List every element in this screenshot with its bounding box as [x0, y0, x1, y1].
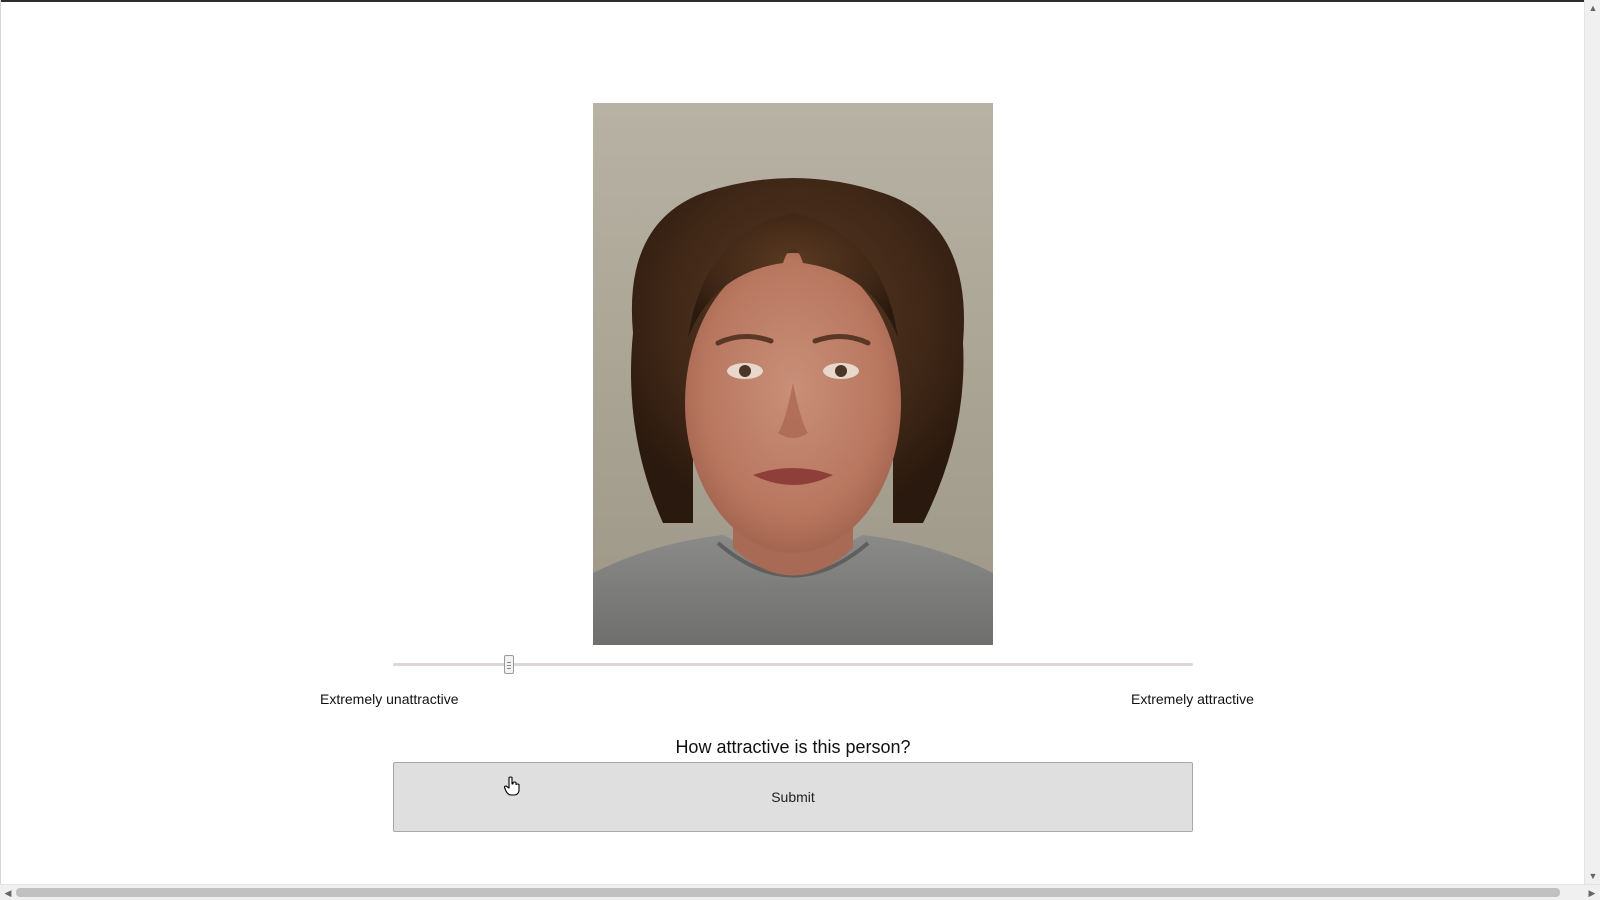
window-left-border — [0, 0, 1, 900]
scale-max-label: Extremely attractive — [1131, 691, 1254, 707]
scroll-right-icon[interactable]: ▶ — [1584, 885, 1600, 900]
grip-line — [507, 662, 511, 663]
scroll-down-icon[interactable]: ▼ — [1585, 868, 1600, 884]
submit-button[interactable]: Submit — [393, 762, 1193, 832]
scale-min-label: Extremely unattractive — [320, 691, 459, 707]
window-top-border — [0, 0, 1600, 2]
portrait-illustration — [593, 178, 993, 645]
slider-thumb[interactable] — [504, 655, 514, 674]
horizontal-scroll-thumb[interactable] — [16, 888, 1560, 897]
scroll-left-icon[interactable]: ◀ — [0, 885, 16, 900]
horizontal-scrollbar[interactable]: ◀ ▶ — [0, 884, 1600, 900]
question-text: How attractive is this person? — [675, 737, 911, 757]
stimulus-photo — [593, 103, 993, 645]
grip-line — [507, 665, 511, 666]
vertical-scrollbar[interactable]: ▲ ▼ — [1584, 0, 1600, 884]
rating-slider[interactable] — [393, 655, 1193, 675]
scroll-up-icon[interactable]: ▲ — [1585, 0, 1600, 16]
grip-line — [507, 668, 511, 669]
survey-page: Extremely unattractive Extremely attract… — [0, 0, 1600, 900]
